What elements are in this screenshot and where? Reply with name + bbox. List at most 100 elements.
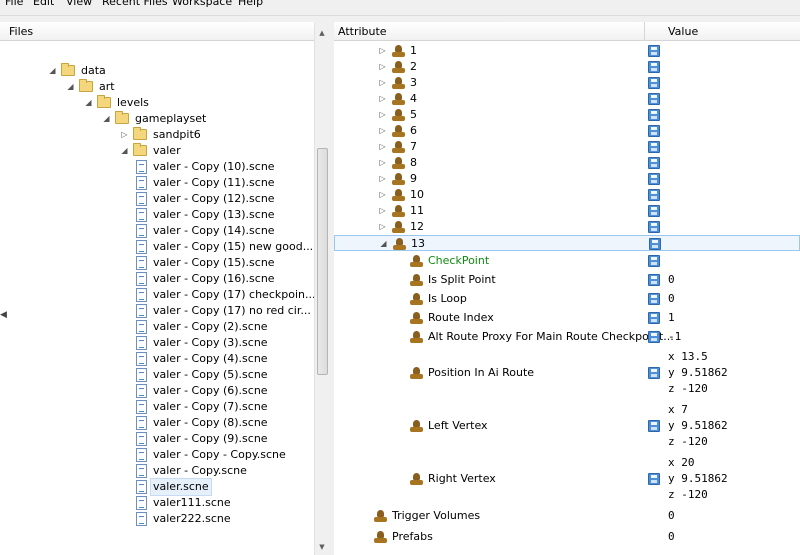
attribute-value[interactable]: x 7 y 9.51862 z -120 bbox=[668, 402, 728, 450]
save-disk-icon[interactable] bbox=[649, 238, 661, 250]
attribute-row[interactable]: ▷ 1 bbox=[334, 43, 800, 59]
attribute-value[interactable]: 0 bbox=[668, 291, 675, 307]
save-disk-icon[interactable] bbox=[648, 255, 660, 267]
collapsed-arrow-icon[interactable]: ▷ bbox=[378, 203, 387, 219]
save-disk-icon[interactable] bbox=[648, 125, 660, 137]
collapsed-arrow-icon[interactable]: ▷ bbox=[378, 187, 387, 203]
collapsed-arrow-icon[interactable]: ▷ bbox=[378, 139, 387, 155]
expanded-arrow-icon[interactable]: ◢ bbox=[379, 236, 388, 252]
attribute-row[interactable]: ▷ 8 bbox=[334, 155, 800, 171]
attribute-row[interactable]: ▷ 3 bbox=[334, 75, 800, 91]
tree-folder-row[interactable]: ◢ gameplayset bbox=[0, 111, 314, 127]
attribute-row[interactable]: Is Split Point 0 bbox=[334, 270, 800, 289]
save-disk-icon[interactable] bbox=[648, 221, 660, 233]
menu-view[interactable]: View bbox=[66, 0, 92, 10]
tree-file-row[interactable]: valer - Copy (17) no red cir... bbox=[0, 303, 314, 319]
collapsed-arrow-icon[interactable]: ▷ bbox=[378, 155, 387, 171]
column-header-value[interactable]: Value bbox=[668, 22, 698, 41]
tree-file-row[interactable]: valer - Copy (5).scne bbox=[0, 367, 314, 383]
tree-file-row[interactable]: valer - Copy (15) new good... bbox=[0, 239, 314, 255]
scroll-down-arrow-icon[interactable]: ▼ bbox=[315, 539, 329, 555]
tree-file-row[interactable]: valer - Copy (17) checkpoin... bbox=[0, 287, 314, 303]
save-disk-icon[interactable] bbox=[648, 274, 660, 286]
attribute-row[interactable]: ▷ 7 bbox=[334, 139, 800, 155]
menu-help[interactable]: Help bbox=[238, 0, 263, 10]
tree-folder-row[interactable]: ◢ art bbox=[0, 79, 314, 95]
tree-file-row[interactable]: valer - Copy (10).scne bbox=[0, 159, 314, 175]
collapsed-arrow-icon[interactable]: ▷ bbox=[120, 127, 129, 143]
attribute-row[interactable]: Position In Ai Route x 13.5 y 9.51862 z -… bbox=[334, 346, 800, 399]
tree-file-row[interactable]: valer - Copy.scne bbox=[0, 463, 314, 479]
files-vertical-scrollbar[interactable]: ▲ ▼ bbox=[314, 22, 329, 555]
save-disk-icon[interactable] bbox=[648, 157, 660, 169]
tree-file-row[interactable]: valer - Copy (12).scne bbox=[0, 191, 314, 207]
collapsed-arrow-icon[interactable]: ▷ bbox=[378, 219, 387, 235]
collapsed-arrow-icon[interactable]: ▷ bbox=[378, 123, 387, 139]
attribute-row[interactable]: ▷ 12 bbox=[334, 219, 800, 235]
save-disk-icon[interactable] bbox=[648, 141, 660, 153]
tree-file-row[interactable]: valer - Copy (14).scne bbox=[0, 223, 314, 239]
column-header-attribute[interactable]: Attribute bbox=[338, 22, 387, 41]
tree-file-row[interactable]: valer.scne bbox=[0, 478, 314, 496]
collapsed-arrow-icon[interactable]: ▷ bbox=[378, 43, 387, 59]
save-disk-icon[interactable] bbox=[648, 77, 660, 89]
save-disk-icon[interactable] bbox=[648, 205, 660, 217]
save-disk-icon[interactable] bbox=[648, 312, 660, 324]
collapsed-arrow-icon[interactable]: ▷ bbox=[378, 107, 387, 123]
attribute-row[interactable]: ▷ 10 bbox=[334, 187, 800, 203]
tree-file-row[interactable]: valer - Copy (4).scne bbox=[0, 351, 314, 367]
expanded-arrow-icon[interactable]: ◢ bbox=[48, 63, 57, 79]
attribute-value[interactable]: x 13.5 y 9.51862 z -120 bbox=[668, 349, 728, 397]
tree-file-row[interactable]: valer - Copy (11).scne bbox=[0, 175, 314, 191]
collapsed-arrow-icon[interactable]: ▷ bbox=[378, 171, 387, 187]
tree-file-row[interactable]: valer - Copy (9).scne bbox=[0, 431, 314, 447]
menu-workspace[interactable]: Workspace bbox=[172, 0, 232, 10]
attribute-row[interactable]: Alt Route Proxy For Main Route Checkpoin… bbox=[334, 327, 800, 346]
attribute-row[interactable]: Route Index 1 bbox=[334, 308, 800, 327]
collapsed-arrow-icon[interactable]: ▷ bbox=[378, 59, 387, 75]
attribute-row[interactable]: ▷ 6 bbox=[334, 123, 800, 139]
collapse-left-arrow-icon[interactable]: ◀ bbox=[0, 310, 7, 320]
tree-file-row[interactable]: valer - Copy (15).scne bbox=[0, 255, 314, 271]
tree-file-row[interactable]: valer222.scne bbox=[0, 511, 314, 527]
expanded-arrow-icon[interactable]: ◢ bbox=[66, 79, 75, 95]
attribute-row[interactable]: Right Vertex x 20 y 9.51862 z -120 bbox=[334, 452, 800, 505]
attribute-row[interactable]: Left Vertex x 7 y 9.51862 z -120 bbox=[334, 399, 800, 452]
attribute-row[interactable]: ▷ 2 bbox=[334, 59, 800, 75]
tree-file-row[interactable]: valer - Copy (2).scne bbox=[0, 319, 314, 335]
column-divider[interactable] bbox=[644, 22, 645, 41]
attribute-value[interactable]: x 20 y 9.51862 z -120 bbox=[668, 455, 728, 503]
menu-edit[interactable]: Edit bbox=[33, 0, 54, 10]
save-disk-icon[interactable] bbox=[648, 367, 660, 379]
save-disk-icon[interactable] bbox=[648, 173, 660, 185]
menu-recent-files[interactable]: Recent Files bbox=[102, 0, 168, 10]
attribute-value[interactable]: 0 bbox=[668, 272, 675, 288]
collapsed-arrow-icon[interactable]: ▷ bbox=[378, 91, 387, 107]
collapsed-arrow-icon[interactable]: ▷ bbox=[378, 75, 387, 91]
tree-file-row[interactable]: valer - Copy (13).scne bbox=[0, 207, 314, 223]
tree-file-row[interactable]: valer111.scne bbox=[0, 495, 314, 511]
save-disk-icon[interactable] bbox=[648, 93, 660, 105]
expanded-arrow-icon[interactable]: ◢ bbox=[102, 111, 111, 127]
tree-folder-row[interactable]: ▷ sandpit6 bbox=[0, 127, 314, 143]
tree-file-row[interactable]: valer - Copy (16).scne bbox=[0, 271, 314, 287]
tree-folder-row[interactable]: ◢ valer bbox=[0, 143, 314, 159]
scrollbar-thumb[interactable] bbox=[317, 148, 328, 375]
tree-folder-row[interactable]: ◢ data bbox=[0, 63, 314, 79]
attribute-row[interactable]: Is Loop 0 bbox=[334, 289, 800, 308]
tree-file-row[interactable]: valer - Copy (6).scne bbox=[0, 383, 314, 399]
attribute-row[interactable]: ▷ 4 bbox=[334, 91, 800, 107]
tree-file-row[interactable]: valer - Copy (7).scne bbox=[0, 399, 314, 415]
tree-file-row[interactable]: valer - Copy (8).scne bbox=[0, 415, 314, 431]
expanded-arrow-icon[interactable]: ◢ bbox=[120, 143, 129, 159]
attribute-row[interactable]: Trigger Volumes 0 bbox=[334, 505, 800, 526]
tree-file-row[interactable]: valer - Copy (3).scne bbox=[0, 335, 314, 351]
save-disk-icon[interactable] bbox=[648, 293, 660, 305]
attribute-row[interactable]: Prefabs 0 bbox=[334, 526, 800, 547]
attribute-row[interactable]: ▷ 9 bbox=[334, 171, 800, 187]
menu-file[interactable]: File bbox=[5, 0, 23, 10]
save-disk-icon[interactable] bbox=[648, 61, 660, 73]
save-disk-icon[interactable] bbox=[648, 109, 660, 121]
attribute-row[interactable]: ▷ 11 bbox=[334, 203, 800, 219]
expanded-arrow-icon[interactable]: ◢ bbox=[84, 95, 93, 111]
